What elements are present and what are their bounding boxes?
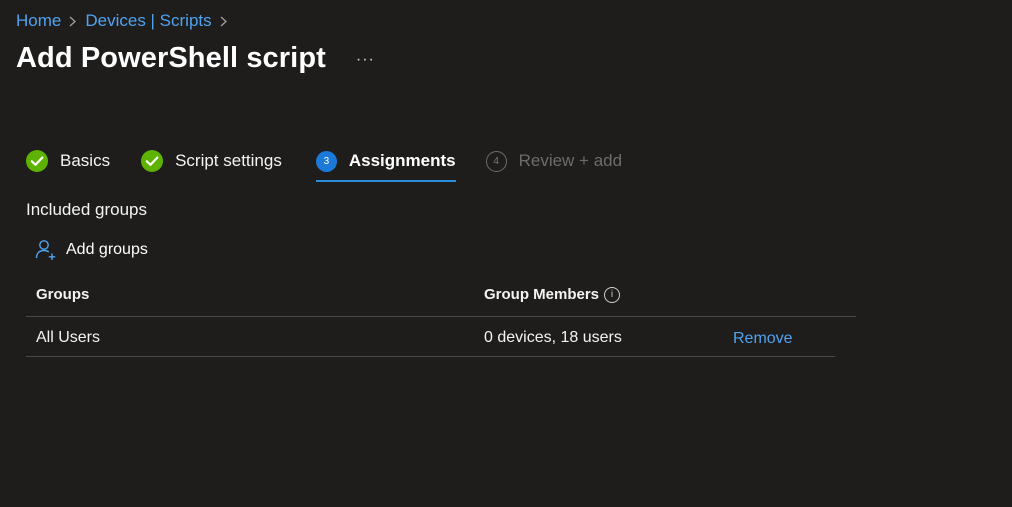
table-row: All Users 0 devices, 18 users Remove (26, 317, 835, 357)
chevron-right-icon (61, 10, 85, 32)
wizard-step-review-add[interactable]: 4 Review + add (485, 148, 623, 174)
active-step-underline (315, 180, 456, 182)
wizard-step-label: Assignments (348, 151, 456, 170)
remove-link[interactable]: Remove (733, 330, 793, 348)
wizard-step-label: Review + add (518, 151, 623, 170)
breadcrumb-home-link[interactable]: Home (16, 11, 61, 31)
table-header: Groups Group Members i (26, 276, 856, 317)
breadcrumb-devices-scripts-link[interactable]: Devices | Scripts (85, 11, 211, 31)
wizard-step-label: Basics (60, 151, 111, 170)
wizard-step-label: Script settings (175, 151, 282, 170)
wizard-step-assignments[interactable]: 3 Assignments (315, 148, 456, 182)
group-name-cell: All Users (36, 329, 101, 346)
chevron-right-icon (212, 10, 236, 32)
wizard-step-script-settings[interactable]: Script settings (141, 148, 282, 174)
column-header-groups: Groups (36, 286, 90, 303)
wizard-steps: Basics Script settings 3 Assignments 4 R… (26, 148, 622, 188)
step-number-badge: 3 (315, 150, 337, 172)
group-members-cell: 0 devices, 18 users (484, 329, 622, 346)
more-options-button[interactable]: ··· (356, 51, 375, 69)
add-groups-button[interactable]: Add groups (34, 238, 148, 262)
wizard-step-basics[interactable]: Basics (26, 148, 110, 174)
title-row: Add PowerShell script ··· (16, 42, 375, 75)
add-groups-label: Add groups (66, 241, 148, 258)
page-title: Add PowerShell script (16, 42, 326, 74)
info-icon[interactable]: i (604, 286, 621, 303)
column-header-group-members: Group Members i (484, 286, 621, 303)
check-circle-icon (141, 150, 164, 172)
step-number-badge: 4 (485, 150, 507, 172)
check-circle-icon (26, 150, 48, 172)
breadcrumb: Home Devices | Scripts (16, 10, 236, 32)
column-header-label: Group Members (484, 286, 600, 303)
included-groups-heading: Included groups (26, 200, 147, 219)
page: Home Devices | Scripts Add PowerShell sc… (0, 0, 1012, 507)
add-user-icon (34, 238, 58, 262)
groups-table: Groups Group Members i All Users 0 devic… (26, 276, 856, 357)
